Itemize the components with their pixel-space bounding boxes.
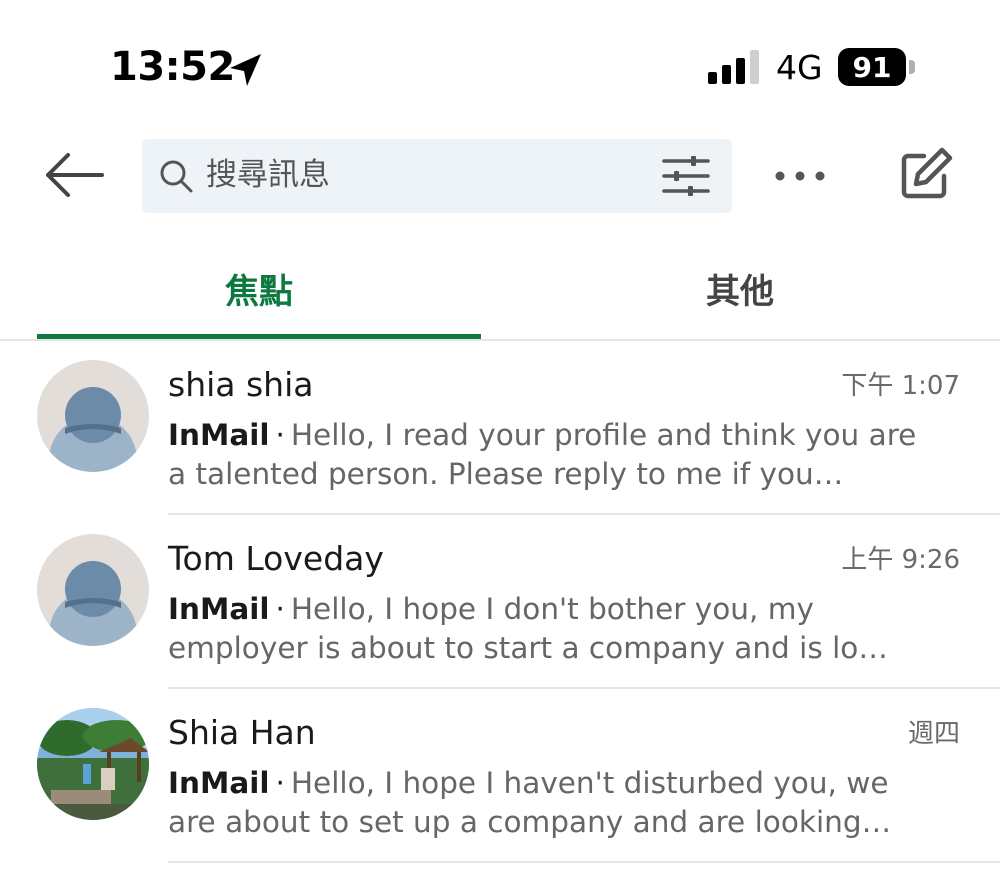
sender-name: shia shia	[168, 365, 314, 404]
separator-dot: ·	[275, 592, 285, 626]
status-time: 13:52	[110, 44, 235, 90]
search-icon	[160, 160, 193, 193]
message-type-label: InMail	[168, 418, 270, 452]
search-input[interactable]	[206, 155, 646, 195]
conversation-item[interactable]: Tom Loveday 上午 9:26 InMail · Hello, I hope…	[0, 515, 1000, 689]
conversation-item[interactable]: Shia Han 週四 InMail · Hello, I hope I haven…	[0, 689, 1000, 863]
conversation-item[interactable]: shia shia 下午 1:07 InMail · Hello, I read y…	[0, 341, 1000, 515]
row-divider	[168, 861, 1000, 863]
message-preview: InMail · Hello, I hope I haven't disturbed…	[168, 764, 938, 842]
separator-dot: ·	[275, 418, 285, 452]
message-type-label: InMail	[168, 592, 270, 626]
network-type: 4G	[776, 48, 823, 87]
message-time: 上午 9:26	[841, 545, 960, 575]
battery-body: 91	[838, 48, 906, 86]
tab-focused[interactable]: 焦點	[37, 238, 481, 338]
compose-message-icon[interactable]	[898, 146, 954, 202]
search-bar[interactable]	[142, 139, 732, 213]
message-time: 週四	[907, 719, 960, 749]
battery-level: 91	[852, 50, 892, 84]
message-time: 下午 1:07	[841, 371, 960, 401]
sender-name: Shia Han	[168, 713, 316, 752]
back-arrow-icon[interactable]	[40, 150, 106, 200]
default-avatar-icon	[37, 360, 149, 472]
location-arrow-icon	[230, 54, 261, 86]
message-preview: InMail · Hello, I hope I don't bother you,…	[168, 590, 938, 668]
tab-other[interactable]: 其他	[520, 238, 960, 338]
more-options-icon[interactable]	[770, 158, 830, 194]
signal-icon	[708, 50, 759, 84]
message-preview: InMail · Hello, I read your profile and th…	[168, 416, 938, 494]
battery-indicator: 91	[838, 48, 916, 88]
default-avatar-icon	[37, 534, 149, 646]
photo-avatar-icon	[37, 708, 149, 820]
separator-dot: ·	[275, 766, 285, 800]
message-type-label: InMail	[168, 766, 270, 800]
filter-sliders-icon[interactable]	[658, 153, 714, 199]
battery-cap	[909, 60, 915, 74]
sender-name: Tom Loveday	[168, 539, 384, 578]
